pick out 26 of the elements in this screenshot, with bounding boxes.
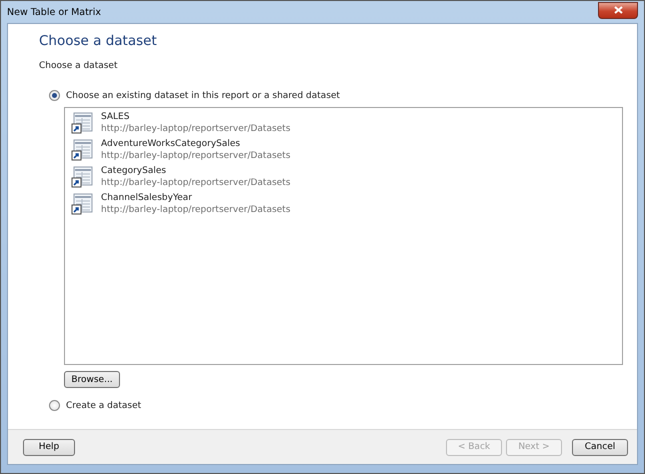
dataset-path: http://barley-laptop/reportserver/Datasets [101,124,290,134]
dataset-icon [71,193,93,215]
radio-button[interactable] [49,400,60,411]
section-label: Choose a dataset [39,61,118,71]
page-title: Choose a dataset [39,33,158,49]
window-title: New Table or Matrix [7,6,101,18]
dataset-path: http://barley-laptop/reportserver/Datasets [101,178,290,188]
option-label: Choose an existing dataset in this report or a shared dataset [66,90,340,100]
browse-button[interactable]: Browse... [64,371,120,388]
dataset-name[interactable]: AdventureWorksCategorySales [101,139,290,149]
wizard-button[interactable]: Cancel [572,438,628,456]
dataset-name[interactable]: SALES [101,112,290,122]
dataset-path: http://barley-laptop/reportserver/Datasets [101,151,290,161]
radio-button[interactable] [49,90,60,101]
dataset-icon [71,112,93,134]
dataset-path: http://barley-laptop/reportserver/Datasets [101,205,290,215]
option-label: Create a dataset [66,400,142,410]
dataset-icon [71,166,93,188]
close-icon [614,6,622,14]
radio-option[interactable]: Create a dataset [49,400,637,411]
dataset-icon [71,139,93,161]
close-button[interactable] [598,2,638,18]
dataset-name[interactable]: CategorySales [101,166,290,176]
radio-option[interactable]: Choose an existing dataset in this report or a shared dataset [49,90,637,101]
help-button[interactable]: Help [23,438,75,456]
dataset-name[interactable]: ChannelSalesbyYear [101,193,290,203]
